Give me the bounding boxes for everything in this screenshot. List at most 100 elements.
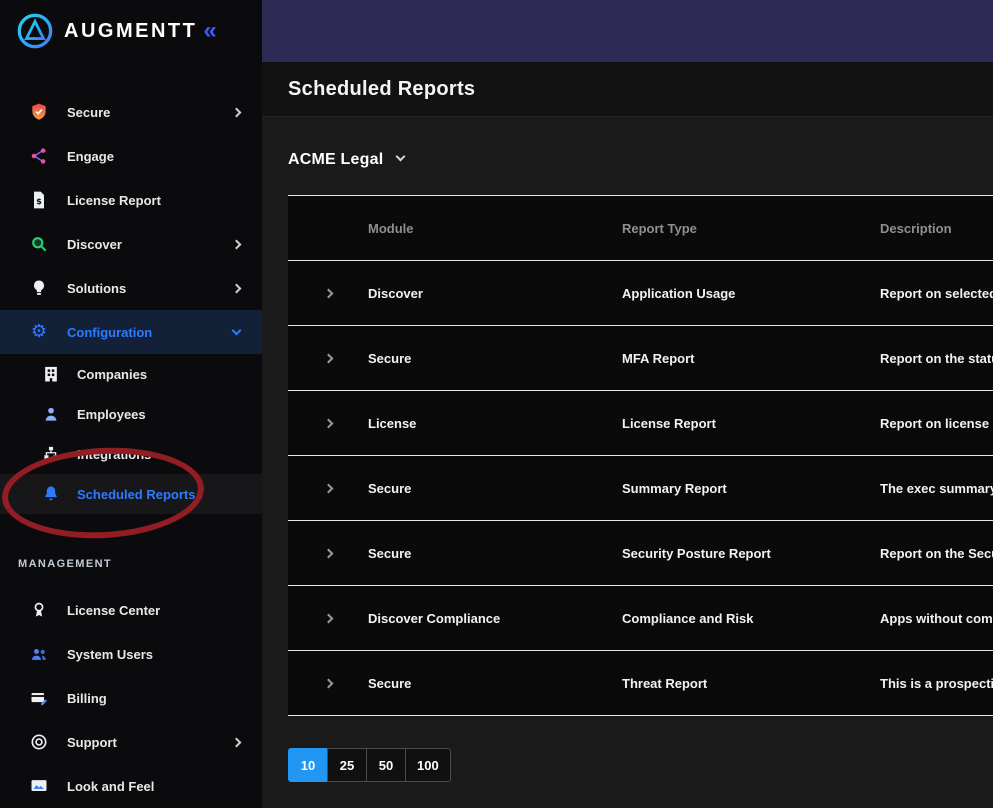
sidebar-item-label: Engage [67, 149, 114, 164]
share-nodes-icon [28, 145, 50, 167]
app-root: AUGMENTT « Secure [0, 0, 993, 808]
sidebar-item-employees[interactable]: Employees [0, 394, 262, 434]
cell-report-type: Application Usage [622, 286, 880, 301]
page-title-bar: Scheduled Reports [262, 62, 993, 116]
chevron-right-icon [232, 737, 242, 747]
chevron-down-icon [232, 325, 242, 335]
page-size-option-10[interactable]: 10 [288, 748, 328, 782]
sidebar-item-label: Look and Feel [67, 779, 154, 794]
sidebar-item-label: License Report [67, 193, 161, 208]
cell-description: Report on selected [880, 286, 993, 301]
billing-card-icon [28, 687, 50, 709]
brand-header: AUGMENTT « [0, 0, 262, 62]
table-row: Secure Summary Report The exec summary [288, 456, 993, 521]
page-size-option-50[interactable]: 50 [366, 748, 406, 782]
person-icon [40, 403, 62, 425]
sidebar-item-label: Solutions [67, 281, 126, 296]
cell-module: License [368, 416, 622, 431]
sidebar-item-label: Companies [77, 367, 147, 382]
chevron-right-icon [323, 288, 333, 298]
cell-report-type: Threat Report [622, 676, 880, 691]
row-expander[interactable] [288, 680, 368, 687]
chevron-right-icon [323, 483, 333, 493]
sidebar-item-system-users[interactable]: System Users [0, 632, 262, 676]
sidebar-item-label: Billing [67, 691, 107, 706]
sidebar-item-engage[interactable]: Engage [0, 134, 262, 178]
page-size-option-100[interactable]: 100 [405, 748, 451, 782]
svg-text:$: $ [36, 196, 42, 206]
page-size-option-25[interactable]: 25 [327, 748, 367, 782]
table-row: Secure Threat Report This is a prospecti… [288, 651, 993, 716]
sidebar-item-look-and-feel[interactable]: Look and Feel [0, 764, 262, 808]
row-expander[interactable] [288, 290, 368, 297]
sidebar-item-label: Configuration [67, 325, 152, 340]
cell-report-type: Compliance and Risk [622, 611, 880, 626]
sidebar-item-label: Support [67, 735, 117, 750]
cell-description: Report on the Secu [880, 546, 993, 561]
magnifier-icon [28, 233, 50, 255]
sidebar-item-solutions[interactable]: Solutions [0, 266, 262, 310]
gear-icon: ⚙ [28, 321, 50, 343]
cell-report-type: Security Posture Report [622, 546, 880, 561]
cell-description: Report on the statu [880, 351, 993, 366]
cell-module: Secure [368, 546, 622, 561]
sidebar-item-secure[interactable]: Secure [0, 90, 262, 134]
sidebar-item-label: Employees [77, 407, 146, 422]
document-dollar-icon: $ [28, 189, 50, 211]
chevron-right-icon [323, 613, 333, 623]
sidebar-item-configuration[interactable]: ⚙ Configuration [0, 310, 262, 354]
column-header-module: Module [368, 221, 622, 236]
cell-report-type: Summary Report [622, 481, 880, 496]
brand-name: AUGMENTT [64, 20, 197, 43]
row-expander[interactable] [288, 420, 368, 427]
display-icon [28, 775, 50, 797]
company-selector[interactable]: ACME Legal [288, 151, 404, 169]
sidebar: AUGMENTT « Secure [0, 0, 262, 808]
chevron-down-icon [396, 151, 406, 161]
award-icon [28, 599, 50, 621]
management-section-label: MANAGEMENT [0, 558, 262, 570]
chevron-right-icon [323, 353, 333, 363]
chevron-right-icon [232, 107, 242, 117]
column-header-description: Description [880, 221, 993, 236]
sidebar-collapse-icon[interactable]: « [203, 19, 216, 43]
cell-module: Secure [368, 676, 622, 691]
table-row: License License Report Report on license… [288, 391, 993, 456]
cell-description: Report on license u [880, 416, 993, 431]
sidebar-item-label: System Users [67, 647, 153, 662]
sidebar-item-license-center[interactable]: License Center [0, 588, 262, 632]
column-header-report-type: Report Type [622, 221, 880, 236]
hierarchy-icon [40, 443, 62, 465]
row-expander[interactable] [288, 550, 368, 557]
sidebar-item-license-report[interactable]: $ License Report [0, 178, 262, 222]
row-expander[interactable] [288, 615, 368, 622]
content-area: ACME Legal Module Report Type Descriptio… [262, 116, 993, 808]
chevron-right-icon [232, 239, 242, 249]
sidebar-item-billing[interactable]: Billing [0, 676, 262, 720]
sidebar-item-support[interactable]: Support [0, 720, 262, 764]
page-title: Scheduled Reports [288, 78, 475, 101]
sidebar-item-scheduled-reports[interactable]: Scheduled Reports [0, 474, 262, 514]
sidebar-item-integrations[interactable]: Integrations [0, 434, 262, 474]
augmentt-logo-icon [16, 12, 54, 50]
cell-report-type: MFA Report [622, 351, 880, 366]
page-size-selector: 10 25 50 100 [288, 748, 993, 782]
table-row: Secure MFA Report Report on the statu [288, 326, 993, 391]
chevron-right-icon [232, 283, 242, 293]
topbar [262, 0, 993, 62]
sidebar-item-companies[interactable]: Companies [0, 354, 262, 394]
company-selector-label: ACME Legal [288, 151, 383, 169]
people-icon [28, 643, 50, 665]
cell-module: Discover Compliance [368, 611, 622, 626]
chevron-right-icon [323, 678, 333, 688]
sidebar-item-label: License Center [67, 603, 160, 618]
building-icon [40, 363, 62, 385]
row-expander[interactable] [288, 485, 368, 492]
sidebar-item-discover[interactable]: Discover [0, 222, 262, 266]
cell-module: Discover [368, 286, 622, 301]
table-header-row: Module Report Type Description [288, 195, 993, 261]
row-expander[interactable] [288, 355, 368, 362]
support-ring-icon [28, 731, 50, 753]
cell-module: Secure [368, 481, 622, 496]
cell-description: Apps without comp [880, 611, 993, 626]
